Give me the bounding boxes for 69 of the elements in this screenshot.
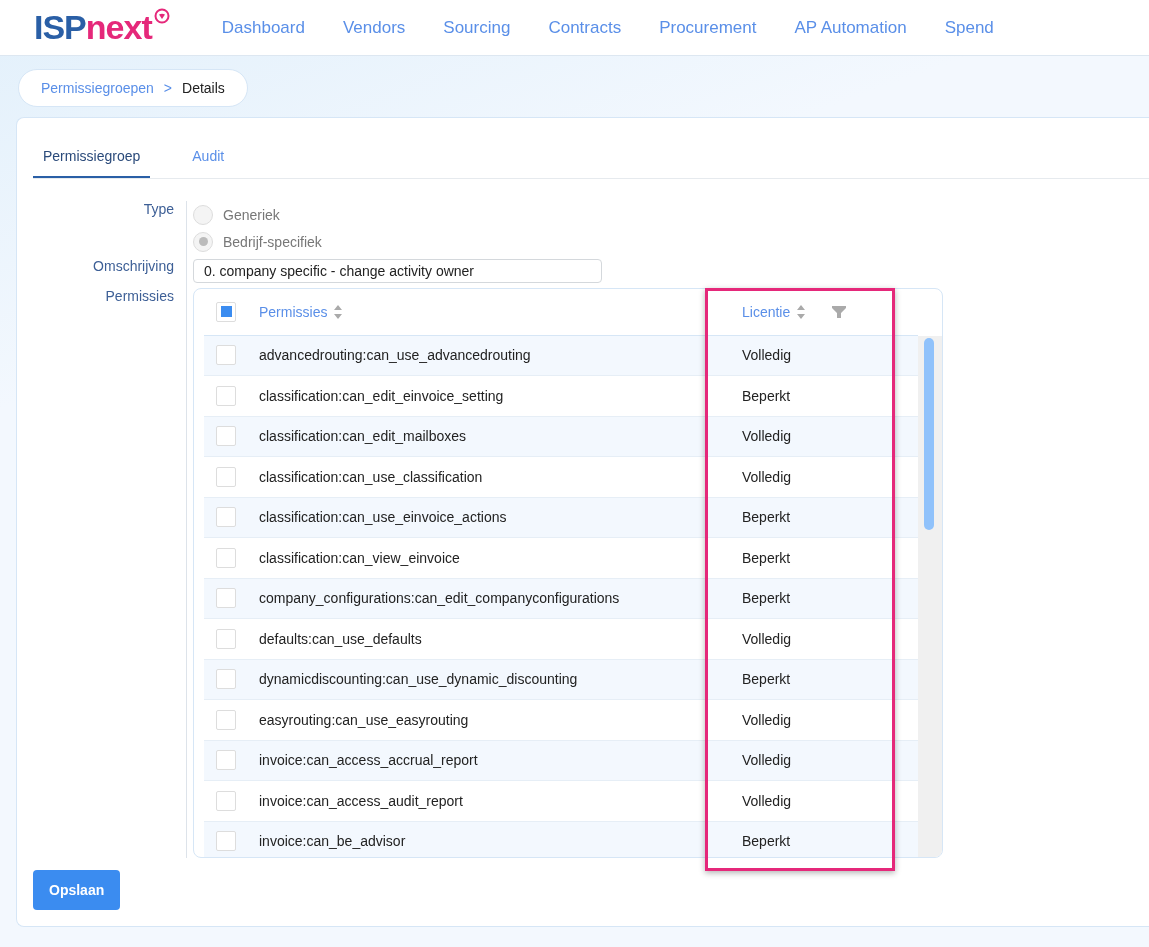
scrollbar-track[interactable]	[918, 335, 942, 857]
table-cell-text: classification:can_edit_mailboxes	[259, 428, 467, 445]
radio-button[interactable]	[193, 231, 213, 252]
table-cell-text: classification:can_edit_einvoice_setting	[259, 387, 505, 404]
row-checkbox[interactable]	[216, 426, 236, 447]
table-cell-text: Beperkt	[742, 549, 792, 566]
table-cell-text: Volledig	[742, 347, 793, 364]
row-checkbox[interactable]	[216, 628, 236, 649]
table-cell-text: easyrouting:can_use_easyrouting	[259, 711, 470, 728]
table-cell-text: Beperkt	[742, 387, 792, 404]
column-header[interactable]: Permissies	[259, 303, 328, 320]
nav-link[interactable]: Sourcing	[443, 17, 511, 38]
nav-link[interactable]: AP Automation	[794, 17, 907, 38]
field-label: Type	[143, 201, 174, 219]
table-cell-text: invoice:can_be_advisor	[259, 833, 407, 850]
table-cell-text: Volledig	[742, 752, 793, 769]
table-cell-text: Volledig	[742, 711, 793, 728]
table-cell-text: advancedrouting:can_use_advancedrouting	[259, 347, 532, 364]
row-checkbox[interactable]	[216, 750, 236, 771]
radio-label: Bedrijf-specifiek	[223, 233, 322, 250]
table-cell-text: dynamicdiscounting:can_use_dynamic_discounting	[259, 671, 579, 688]
table-cell-text: Beperkt	[742, 590, 792, 607]
row-checkbox[interactable]	[216, 385, 236, 406]
table-cell-text: Beperkt	[742, 833, 792, 850]
table-cell-text: company_configurations:can_edit_companyconfigurations	[259, 590, 621, 607]
table-cell-text: defaults:can_use_defaults	[259, 630, 423, 647]
logo[interactable]: ISPnext	[34, 8, 170, 47]
filter-icon[interactable]	[832, 304, 847, 319]
table-cell-text: Volledig	[742, 468, 793, 485]
column-header[interactable]: Licentie	[742, 303, 791, 320]
nav-link[interactable]: Dashboard	[221, 17, 305, 38]
sort-icon[interactable]	[796, 303, 807, 320]
radio-button[interactable]	[193, 204, 213, 225]
nav-link[interactable]: Vendors	[342, 17, 406, 38]
breadcrumb-current: Details	[182, 80, 225, 96]
scrollbar-thumb[interactable]	[924, 337, 934, 530]
row-checkbox[interactable]	[216, 831, 236, 852]
nav-link[interactable]: Procurement	[659, 17, 757, 38]
row-checkbox[interactable]	[216, 790, 236, 811]
field-label: Permissies	[105, 288, 174, 306]
table-cell-text: classification:can_view_einvoice	[259, 549, 461, 566]
row-checkbox[interactable]	[216, 709, 236, 730]
nav-link[interactable]: Spend	[944, 17, 994, 38]
table-cell-text: classification:can_use_classification	[259, 468, 484, 485]
table-cell-text: classification:can_use_einvoice_actions	[259, 509, 508, 526]
breadcrumb-link[interactable]: Permissiegroepen	[41, 80, 154, 96]
table-cell-text: Beperkt	[742, 509, 792, 526]
table-cell-text: Volledig	[742, 630, 793, 647]
nav-link[interactable]: Contracts	[548, 17, 622, 38]
select-all-checkbox[interactable]	[216, 301, 236, 322]
table-cell-text: Volledig	[742, 428, 793, 445]
row-checkbox[interactable]	[216, 507, 236, 528]
breadcrumb-separator: >	[163, 80, 173, 96]
field-label: Omschrijving	[93, 258, 174, 276]
table-cell-text: invoice:can_access_audit_report	[259, 792, 464, 809]
row-checkbox[interactable]	[216, 466, 236, 487]
description-input[interactable]: 0. company specific - change activity owner	[193, 259, 602, 283]
save-button[interactable]: Opslaan	[33, 870, 121, 910]
table-cell-text: Beperkt	[742, 671, 792, 688]
row-checkbox[interactable]	[216, 588, 236, 609]
sort-icon[interactable]	[333, 303, 344, 320]
radio-label: Generiek	[223, 206, 280, 223]
tab[interactable]: Audit	[182, 138, 235, 178]
row-checkbox[interactable]	[216, 547, 236, 568]
tab[interactable]: Permissiegroep	[33, 138, 151, 178]
row-checkbox[interactable]	[216, 345, 236, 366]
table-cell-text: invoice:can_access_accrual_report	[259, 752, 479, 769]
row-checkbox[interactable]	[216, 669, 236, 690]
table-cell-text: Volledig	[742, 792, 793, 809]
